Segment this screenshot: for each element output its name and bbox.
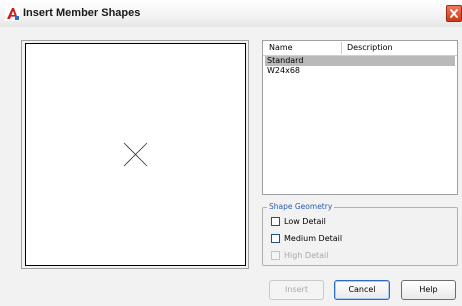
- column-header-name[interactable]: Name: [269, 43, 293, 52]
- column-divider[interactable]: [341, 42, 342, 54]
- checkbox-box: [271, 251, 280, 260]
- checkbox-box[interactable]: [271, 217, 280, 226]
- insert-button: Insert: [269, 280, 324, 300]
- cancel-button[interactable]: Cancel: [334, 280, 390, 300]
- window-title: Insert Member Shapes: [23, 7, 141, 19]
- checkbox-label: High Detail: [284, 251, 329, 260]
- list-item[interactable]: W24x68: [265, 66, 455, 76]
- checkbox-label: Low Detail: [284, 217, 326, 226]
- list-item[interactable]: Standard: [265, 56, 455, 66]
- checkbox-label: Medium Detail: [284, 234, 343, 243]
- group-label: Shape Geometry: [267, 202, 335, 211]
- list-header: Name Description: [263, 41, 457, 56]
- checkbox-box[interactable]: [271, 234, 280, 243]
- list-item-name: Standard: [267, 56, 304, 65]
- insert-member-shapes-dialog: Insert Member Shapes Name Description St…: [0, 0, 462, 306]
- preview-cross-icon: [123, 142, 148, 167]
- shape-preview: [25, 43, 246, 266]
- close-button[interactable]: [446, 5, 462, 22]
- list-item-name: W24x68: [267, 66, 301, 75]
- shape-list[interactable]: Name Description Standard W24x68: [262, 40, 458, 195]
- close-icon: [450, 9, 458, 18]
- app-icon: [5, 6, 20, 21]
- help-button[interactable]: Help: [401, 280, 456, 300]
- column-header-description[interactable]: Description: [347, 43, 393, 52]
- title-bar[interactable]: Insert Member Shapes: [0, 0, 462, 28]
